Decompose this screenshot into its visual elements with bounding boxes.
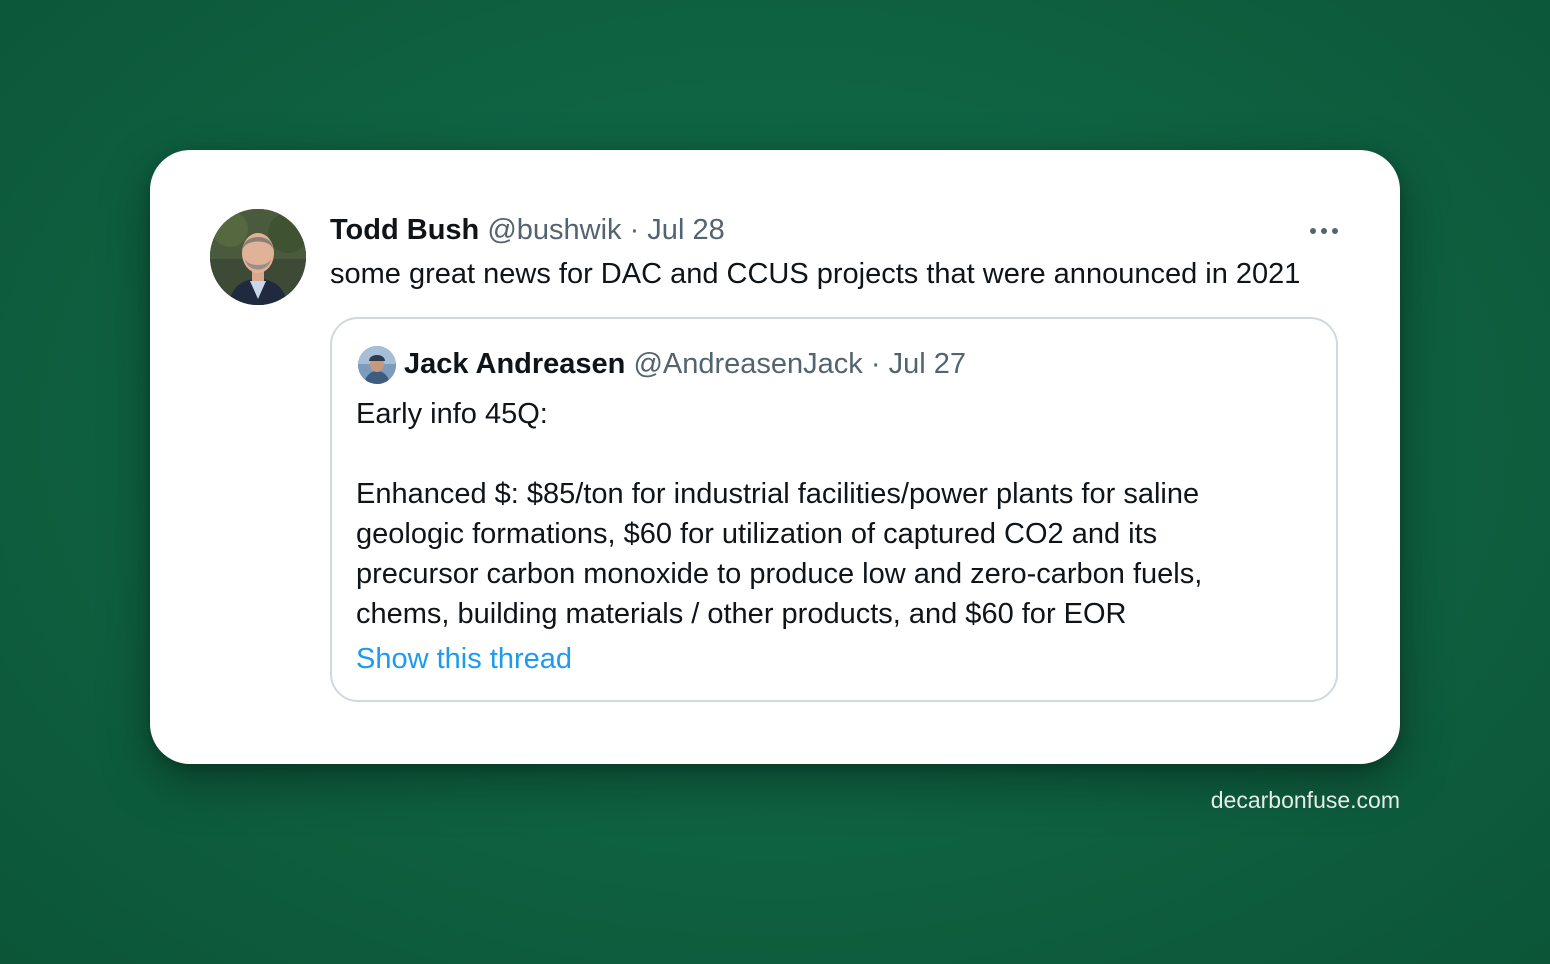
more-dot <box>1310 228 1316 234</box>
more-options-icon[interactable] <box>1300 216 1348 246</box>
quoted-tweet-header: Jack Andreasen @AndreasenJack · Jul 27 <box>404 346 966 382</box>
tweet-header: Todd Bush @bushwik · Jul 28 <box>330 212 725 248</box>
quoted-text-line: Enhanced $: $85/ton for industrial facil… <box>356 478 1200 510</box>
tweet-card: Todd Bush @bushwik · Jul 28 some great n… <box>150 150 1400 764</box>
quoted-tweet-text: Early info 45Q: Enhanced $: $85/ton for … <box>356 394 1202 634</box>
quoted-text-line: chems, building materials / other produc… <box>356 598 1127 630</box>
tweet-text: some great news for DAC and CCUS project… <box>330 258 1301 290</box>
more-dot <box>1321 228 1327 234</box>
quoted-tweet[interactable]: Jack Andreasen @AndreasenJack · Jul 27 E… <box>330 317 1338 702</box>
quoted-author-handle-and-date[interactable]: @AndreasenJack · Jul 27 <box>633 348 966 380</box>
author-handle-and-date[interactable]: @bushwik · Jul 28 <box>487 214 724 246</box>
show-thread-link[interactable]: Show this thread <box>356 641 572 677</box>
quoted-text-line: precursor carbon monoxide to produce low… <box>356 558 1203 590</box>
quoted-avatar-image <box>358 346 396 384</box>
avatar-image <box>210 209 306 305</box>
quoted-author-avatar[interactable] <box>358 346 396 384</box>
quoted-text-line: geologic formations, $60 for utilization… <box>356 518 1158 550</box>
author-avatar[interactable] <box>210 209 306 305</box>
quoted-text-line: Early info 45Q: <box>356 398 548 430</box>
author-name[interactable]: Todd Bush <box>330 214 479 246</box>
quoted-author-name[interactable]: Jack Andreasen <box>404 348 625 380</box>
watermark: decarbonfuse.com <box>1210 787 1400 813</box>
more-dot <box>1332 228 1338 234</box>
